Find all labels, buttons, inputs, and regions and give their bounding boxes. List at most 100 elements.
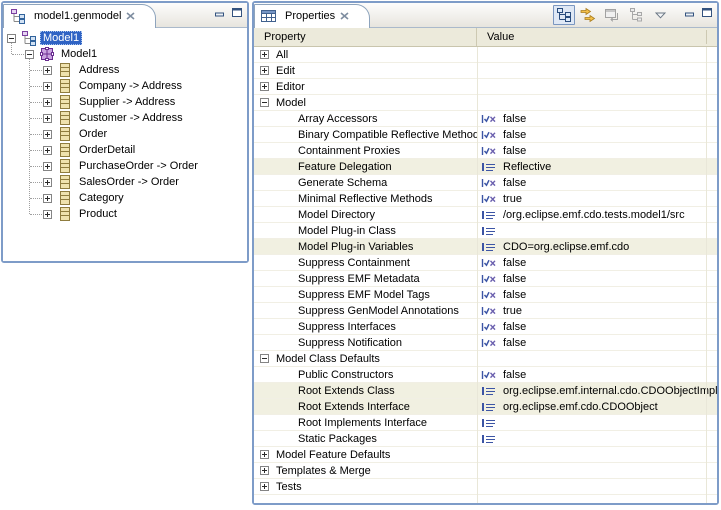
property-row[interactable]: Model Directory/org.eclipse.emf.cdo.test…	[254, 207, 717, 223]
category-row[interactable]: Model	[254, 95, 717, 111]
tab-close-icon[interactable]	[340, 12, 349, 20]
expand-toggle-icon[interactable]	[260, 66, 269, 75]
property-value-cell[interactable]	[477, 47, 717, 62]
property-value-cell[interactable]	[477, 223, 717, 238]
show-categories-button[interactable]	[553, 5, 575, 25]
tree-item-label: Company -> Address	[76, 79, 185, 93]
tab-close-icon[interactable]	[126, 12, 135, 20]
minimize-button[interactable]	[685, 8, 695, 17]
property-value-cell[interactable]	[477, 463, 717, 478]
property-row[interactable]: Suppress Interfacesfalse	[254, 319, 717, 335]
column-header-property[interactable]: Property	[254, 28, 477, 46]
property-value-cell[interactable]: false	[477, 335, 717, 350]
property-row[interactable]: Suppress EMF Metadatafalse	[254, 271, 717, 287]
property-value-cell[interactable]: false	[477, 367, 717, 382]
property-name: Model Directory	[298, 209, 375, 221]
property-value-cell[interactable]	[477, 431, 717, 446]
property-row[interactable]: Public Constructorsfalse	[254, 367, 717, 383]
property-value-cell[interactable]	[477, 351, 717, 366]
property-row[interactable]: Root Extends Interfaceorg.eclipse.emf.cd…	[254, 399, 717, 415]
property-row[interactable]: Generate Schemafalse	[254, 175, 717, 191]
property-value-cell[interactable]: false	[477, 127, 717, 142]
boolean-value-icon	[481, 192, 497, 206]
property-row[interactable]: Suppress EMF Model Tagsfalse	[254, 287, 717, 303]
expand-toggle-icon[interactable]	[25, 50, 34, 59]
property-name-cell: Binary Compatible Reflective Methods	[254, 127, 477, 142]
category-row[interactable]: All	[254, 47, 717, 63]
category-row[interactable]: Tests	[254, 479, 717, 495]
property-value-cell[interactable]	[477, 63, 717, 78]
tab-model1-genmodel[interactable]: model1.genmodel	[3, 4, 156, 28]
property-row[interactable]: Containment Proxiesfalse	[254, 143, 717, 159]
property-row[interactable]: Array Accessorsfalse	[254, 111, 717, 127]
expand-toggle-icon[interactable]	[43, 162, 52, 171]
expand-toggle-icon[interactable]	[43, 194, 52, 203]
property-row[interactable]: Binary Compatible Reflective Methodsfals…	[254, 127, 717, 143]
expand-toggle-icon[interactable]	[7, 34, 16, 43]
expand-toggle-icon[interactable]	[43, 178, 52, 187]
tree-connector	[30, 86, 42, 87]
tab-properties[interactable]: Properties	[254, 4, 370, 28]
expand-toggle-icon[interactable]	[260, 98, 269, 107]
property-value-cell[interactable]	[477, 415, 717, 430]
expand-toggle-icon[interactable]	[260, 482, 269, 491]
show-advanced-properties-button[interactable]	[577, 5, 599, 25]
expand-toggle-icon[interactable]	[260, 82, 269, 91]
category-row[interactable]: Model Class Defaults	[254, 351, 717, 367]
property-value-cell[interactable]: Reflective	[477, 159, 717, 174]
expand-toggle-icon[interactable]	[43, 146, 52, 155]
property-row[interactable]: Model Plug-in VariablesCDO=org.eclipse.e…	[254, 239, 717, 255]
property-value-cell[interactable]: CDO=org.eclipse.emf.cdo	[477, 239, 717, 254]
minimize-button[interactable]	[215, 8, 225, 17]
property-value: true	[503, 193, 522, 205]
maximize-button[interactable]	[702, 8, 712, 17]
maximize-button[interactable]	[232, 8, 242, 17]
expand-toggle-icon[interactable]	[260, 354, 269, 363]
property-value-cell[interactable]: org.eclipse.emf.cdo.CDOObject	[477, 399, 717, 414]
property-value-cell[interactable]: true	[477, 191, 717, 206]
category-row[interactable]: Templates & Merge	[254, 463, 717, 479]
property-value-cell[interactable]: false	[477, 143, 717, 158]
property-value-cell[interactable]: false	[477, 319, 717, 334]
property-value-cell[interactable]	[477, 95, 717, 110]
genmodel-tree: Model1Model1AddressCompany -> AddressSup…	[3, 30, 247, 261]
expand-toggle-icon[interactable]	[43, 66, 52, 75]
property-row[interactable]: Suppress Notificationfalse	[254, 335, 717, 351]
expand-toggle-icon[interactable]	[43, 210, 52, 219]
expand-toggle-icon[interactable]	[43, 98, 52, 107]
expand-toggle-icon[interactable]	[43, 130, 52, 139]
property-row[interactable]: Model Plug-in Class	[254, 223, 717, 239]
property-row[interactable]: Suppress GenModel Annotationstrue	[254, 303, 717, 319]
property-value-cell[interactable]: true	[477, 303, 717, 318]
category-row[interactable]: Editor	[254, 79, 717, 95]
property-row[interactable]: Static Packages	[254, 431, 717, 447]
property-value-cell[interactable]	[477, 447, 717, 462]
category-row[interactable]: Edit	[254, 63, 717, 79]
property-value-cell[interactable]: false	[477, 287, 717, 302]
property-value-cell[interactable]: /org.eclipse.emf.cdo.tests.model1/src	[477, 207, 717, 222]
property-value-cell[interactable]: false	[477, 175, 717, 190]
expand-toggle-icon[interactable]	[43, 114, 52, 123]
property-value-cell[interactable]: false	[477, 255, 717, 270]
expand-toggle-icon[interactable]	[260, 466, 269, 475]
tree-item-label: Product	[76, 207, 120, 221]
property-value-cell[interactable]: false	[477, 111, 717, 126]
property-row[interactable]: Root Extends Classorg.eclipse.emf.intern…	[254, 383, 717, 399]
expand-toggle-icon[interactable]	[260, 450, 269, 459]
property-value-cell[interactable]	[477, 479, 717, 494]
expand-toggle-icon[interactable]	[260, 50, 269, 59]
property-row[interactable]: Root Implements Interface	[254, 415, 717, 431]
view-menu-button[interactable]	[649, 5, 671, 25]
boolean-value-icon	[481, 368, 497, 382]
property-row[interactable]: Minimal Reflective Methodstrue	[254, 191, 717, 207]
property-row[interactable]: Suppress Containmentfalse	[254, 255, 717, 271]
tree-item[interactable]: Model1	[3, 30, 247, 46]
expand-toggle-icon[interactable]	[43, 82, 52, 91]
tree-item[interactable]: Model1	[3, 46, 247, 62]
property-value-cell[interactable]: org.eclipse.emf.internal.cdo.CDOObjectIm…	[477, 383, 717, 398]
property-value-cell[interactable]	[477, 79, 717, 94]
column-header-value[interactable]: Value	[477, 28, 717, 46]
property-row[interactable]: Feature DelegationReflective	[254, 159, 717, 175]
category-row[interactable]: Model Feature Defaults	[254, 447, 717, 463]
property-value-cell[interactable]: false	[477, 271, 717, 286]
